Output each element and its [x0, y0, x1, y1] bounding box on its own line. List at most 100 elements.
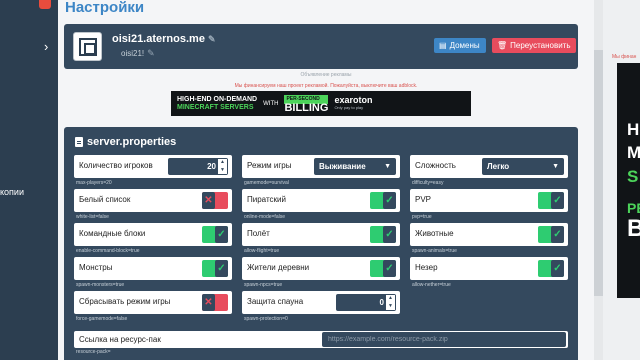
- property-key: spawn-animals=true: [412, 248, 457, 254]
- toggle-switch[interactable]: ✓: [370, 226, 396, 243]
- property-label: Животные: [415, 229, 454, 238]
- property-label: Незер: [415, 263, 438, 272]
- side-ad-banner[interactable]: HIG M S PE B: [617, 63, 640, 298]
- check-icon: ✓: [383, 192, 396, 209]
- check-icon: ✓: [551, 226, 564, 243]
- property-key: max-players=20: [76, 180, 112, 186]
- toggle-switch[interactable]: ✕: [202, 192, 228, 209]
- property-key: spawn-npcs=true: [244, 282, 283, 288]
- property-tile: Полёт allow-flight=true ✓: [242, 223, 400, 254]
- server-icon[interactable]: [73, 32, 102, 61]
- number-stepper[interactable]: 20 ▲ ▼: [168, 158, 228, 175]
- ad-label: Объявление рекламы: [300, 72, 352, 78]
- property-label: Защита спауна: [247, 297, 304, 306]
- toggle-switch[interactable]: ✓: [538, 192, 564, 209]
- check-icon: ✓: [383, 226, 396, 243]
- toggle-switch[interactable]: ✓: [538, 226, 564, 243]
- side-adblock-notice: Мы финан: [612, 54, 637, 60]
- property-tile: Защита спауна spawn-protection=0 0 ▲ ▼: [242, 291, 400, 322]
- sidebar-item-backups[interactable]: копии: [0, 187, 24, 198]
- property-label: Сложность: [415, 161, 456, 170]
- x-icon: ✕: [202, 294, 215, 311]
- property-label: Белый список: [79, 195, 131, 204]
- property-tile: Монстры spawn-monsters=true ✓: [74, 257, 232, 288]
- check-icon: ✓: [215, 260, 228, 277]
- property-label: Жители деревни: [247, 263, 310, 272]
- check-icon: ✓: [551, 192, 564, 209]
- property-key: force-gamemode=false: [76, 316, 128, 322]
- property-label: Командные блоки: [79, 229, 146, 238]
- chevron-right-icon[interactable]: ›: [44, 40, 48, 53]
- property-key: gamemode=survival: [244, 180, 289, 186]
- domains-button[interactable]: ▤ Домены: [434, 38, 486, 53]
- property-key: spawn-protection=0: [244, 316, 288, 322]
- property-tile: Пиратский online-mode=false ✓: [242, 189, 400, 220]
- property-tile: Командные блоки enable-command-block=true…: [74, 223, 232, 254]
- property-label: Количество игроков: [79, 161, 153, 170]
- page-title: Настройки: [65, 0, 145, 16]
- property-label: Монстры: [79, 263, 113, 272]
- toggle-switch[interactable]: ✓: [538, 260, 564, 277]
- ad-banner[interactable]: HIGH-END ON-DEMAND MINECRAFT SERVERS WIT…: [171, 91, 471, 116]
- number-stepper[interactable]: 0 ▲ ▼: [336, 294, 396, 311]
- property-tile: Режим игры gamemode=survival Выживание ▼: [242, 155, 400, 186]
- main-content: Настройки oisi21.aternos.me ✎ oisi21! ✎ ▤ …: [58, 0, 594, 360]
- resource-pack-input[interactable]: [322, 332, 566, 347]
- file-icon: [75, 137, 83, 147]
- property-tile: Сложность difficulty=easy Легко ▼: [410, 155, 568, 186]
- x-icon: ✕: [202, 192, 215, 209]
- reinstall-button[interactable]: 🗑 Переустановить: [492, 38, 576, 53]
- toggle-switch[interactable]: ✓: [202, 260, 228, 277]
- property-label: Пиратский: [247, 195, 286, 204]
- resource-pack-row: Ссылка на ресурс-пак: [74, 331, 568, 348]
- server-address: oisi21.aternos.me ✎: [112, 33, 216, 45]
- property-key: enable-command-block=true: [76, 248, 140, 254]
- property-label: Сбрасывать режим игры: [79, 297, 171, 306]
- property-key: allow-flight=true: [244, 248, 280, 254]
- toggle-switch[interactable]: ✓: [370, 192, 396, 209]
- trash-icon: 🗑: [497, 41, 508, 50]
- sidebar-item-label: копии: [0, 187, 24, 197]
- toggle-switch[interactable]: ✕: [202, 294, 228, 311]
- property-key: allow-nether=true: [412, 282, 451, 288]
- property-tile: Животные spawn-animals=true ✓: [410, 223, 568, 254]
- notification-badge[interactable]: [39, 0, 51, 9]
- property-key: spawn-monsters=true: [76, 282, 125, 288]
- chevron-down-icon: ▼: [384, 163, 391, 170]
- property-select[interactable]: Выживание ▼: [314, 158, 396, 175]
- chevron-down-icon: ▼: [552, 163, 559, 170]
- pencil-icon[interactable]: ✎: [147, 48, 155, 58]
- property-select[interactable]: Легко ▼: [482, 158, 564, 175]
- scrollbar-thumb[interactable]: [594, 50, 603, 296]
- property-tile: Жители деревни spawn-npcs=true ✓: [242, 257, 400, 288]
- property-key: resource-pack=: [76, 349, 111, 355]
- check-icon: ✓: [215, 226, 228, 243]
- property-key: white-list=false: [76, 214, 109, 220]
- check-icon: ✓: [551, 260, 564, 277]
- pencil-icon[interactable]: ✎: [208, 34, 216, 44]
- server-card: oisi21.aternos.me ✎ oisi21! ✎ ▤ Домены 🗑 П…: [64, 24, 578, 69]
- property-tile: Количество игроков max-players=20 20 ▲ ▼: [74, 155, 232, 186]
- properties-panel: server.properties Количество игроков max-…: [64, 127, 578, 360]
- property-key: pvp=true: [412, 214, 432, 220]
- sidebar: › копии: [0, 0, 58, 360]
- server-motd: oisi21! ✎: [121, 48, 155, 58]
- property-tile: PVP pvp=true ✓: [410, 189, 568, 220]
- property-key: online-mode=false: [244, 214, 285, 220]
- property-tile: Белый список white-list=false ✕: [74, 189, 232, 220]
- check-icon: ✓: [383, 260, 396, 277]
- property-label: Полёт: [247, 229, 270, 238]
- property-label: Режим игры: [247, 161, 292, 170]
- stepper-arrows-icon[interactable]: ▲ ▼: [218, 159, 227, 174]
- property-tile: Незер allow-nether=true ✓: [410, 257, 568, 288]
- stepper-arrows-icon[interactable]: ▲ ▼: [386, 295, 395, 310]
- toggle-switch[interactable]: ✓: [370, 260, 396, 277]
- property-tile: Сбрасывать режим игры force-gamemode=fals…: [74, 291, 232, 322]
- list-icon: ▤: [439, 41, 447, 50]
- toggle-switch[interactable]: ✓: [202, 226, 228, 243]
- panel-title: server.properties: [75, 136, 176, 148]
- adblock-notice: Мы финансируем наш проект рекламой. Пожа…: [234, 83, 418, 89]
- exaroton-logo: exaroton Only pay to play: [334, 94, 373, 110]
- property-label: PVP: [415, 195, 432, 204]
- property-key: difficulty=easy: [412, 180, 444, 186]
